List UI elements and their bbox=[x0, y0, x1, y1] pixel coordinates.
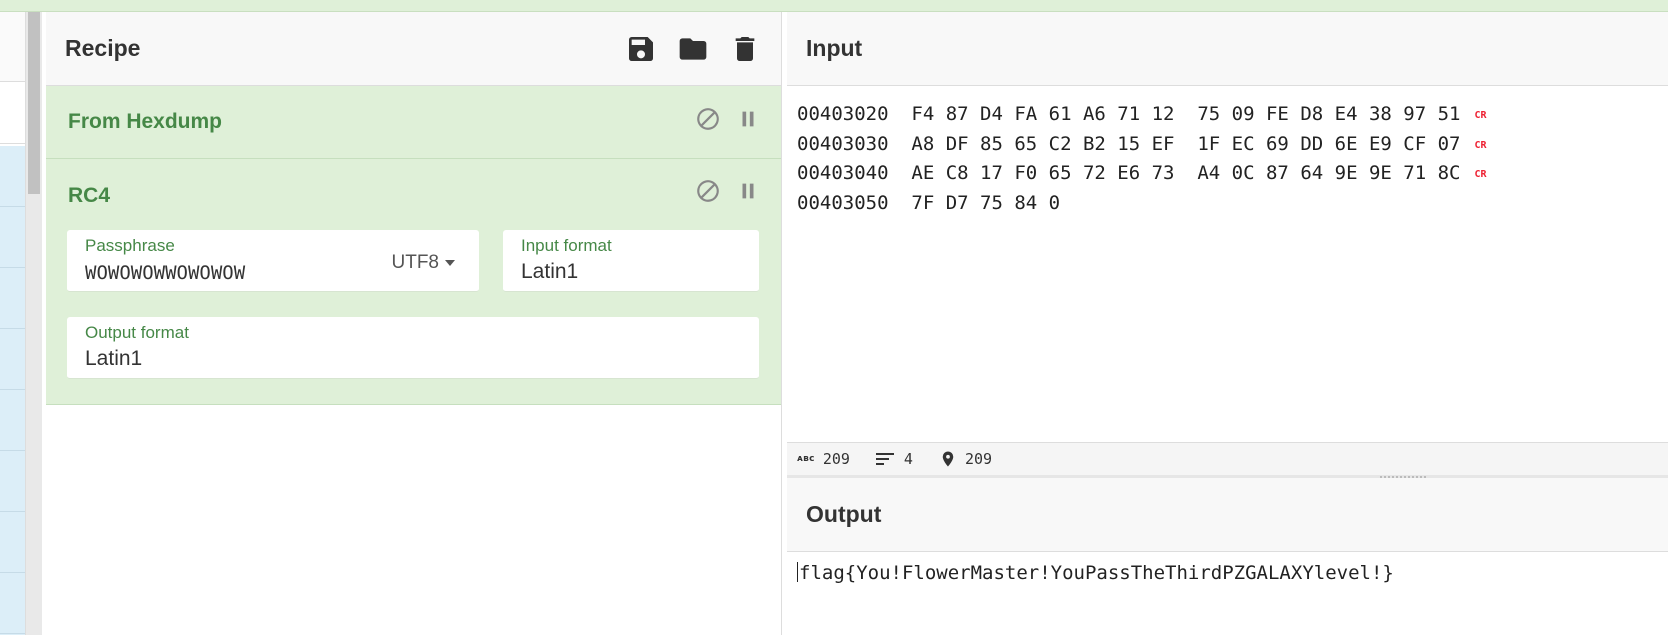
operations-header bbox=[0, 12, 25, 82]
output-value: flag{You!FlowerMaster!YouPassTheThirdPZG… bbox=[799, 562, 1394, 584]
operation-list-item[interactable] bbox=[0, 329, 25, 390]
operation-name: RC4 bbox=[68, 184, 111, 207]
operation-from-hexdump[interactable]: From Hexdump bbox=[46, 86, 781, 159]
recipe-header: Recipe bbox=[46, 12, 781, 86]
passphrase-input[interactable]: WOWOWOWWOWOWOW bbox=[85, 262, 245, 284]
operations-scrollbar[interactable] bbox=[26, 12, 42, 635]
operation-list-item[interactable] bbox=[0, 146, 25, 207]
text-cursor bbox=[797, 562, 798, 582]
position-value: 209 bbox=[964, 450, 993, 468]
scrollbar-thumb[interactable] bbox=[28, 12, 40, 194]
pause-icon[interactable] bbox=[737, 180, 759, 202]
passphrase-field[interactable]: Passphrase WOWOWOWWOWOWOW UTF8 bbox=[67, 230, 479, 292]
encoding-value: UTF8 bbox=[391, 252, 440, 273]
operation-list-item[interactable] bbox=[0, 390, 25, 451]
cr-marker: CR bbox=[1474, 169, 1487, 181]
cr-marker: CR bbox=[1474, 139, 1487, 151]
input-status-bar: ᴀʙᴄ 209 4 209 bbox=[787, 442, 1668, 475]
operation-name: From Hexdump bbox=[68, 110, 223, 133]
input-header: Input bbox=[787, 12, 1668, 86]
output-format-field[interactable]: Output format Latin1 bbox=[67, 317, 759, 379]
output-panel: Output flag{You!FlowerMaster!YouPassTheT… bbox=[787, 478, 1668, 635]
folder-icon[interactable] bbox=[677, 33, 709, 65]
output-title: Output bbox=[806, 501, 882, 527]
operations-list bbox=[0, 146, 25, 635]
output-header: Output bbox=[787, 478, 1668, 552]
location-pin-icon bbox=[939, 449, 957, 469]
output-format-value[interactable]: Latin1 bbox=[85, 347, 142, 371]
recipe-panel: Recipe From Hexdump RC4 Passphrase WOWOW… bbox=[46, 12, 782, 635]
input-line: 00403040 AE C8 17 F0 65 72 E6 73 A4 0C 8… bbox=[797, 162, 1487, 185]
trash-icon[interactable] bbox=[729, 33, 761, 65]
output-textarea[interactable]: flag{You!FlowerMaster!YouPassTheThirdPZG… bbox=[787, 552, 1668, 584]
operations-panel bbox=[0, 12, 26, 635]
save-icon[interactable] bbox=[625, 33, 657, 65]
input-textarea[interactable]: 00403020 F4 87 D4 FA 61 A6 71 12 75 09 F… bbox=[787, 86, 1668, 218]
operation-list-item[interactable] bbox=[0, 573, 25, 634]
input-panel: Input 00403020 F4 87 D4 FA 61 A6 71 12 7… bbox=[787, 12, 1668, 475]
operation-list-item[interactable] bbox=[0, 207, 25, 268]
cr-marker: CR bbox=[1474, 110, 1487, 121]
disable-icon[interactable] bbox=[695, 178, 721, 204]
pause-icon[interactable] bbox=[737, 108, 759, 130]
operation-list-item[interactable] bbox=[0, 268, 25, 329]
length-icon: ᴀʙᴄ bbox=[797, 454, 815, 464]
input-format-field[interactable]: Input format Latin1 bbox=[503, 230, 759, 292]
top-banner bbox=[0, 0, 1668, 12]
input-title: Input bbox=[806, 35, 863, 61]
lines-icon bbox=[875, 450, 896, 468]
caret-down-icon bbox=[445, 260, 455, 266]
input-line: 00403050 7F D7 75 84 0 bbox=[797, 191, 1061, 214]
passphrase-encoding-dropdown[interactable]: UTF8 bbox=[391, 252, 455, 274]
operation-rc4[interactable]: RC4 Passphrase WOWOWOWWOWOWOW UTF8 Input… bbox=[46, 159, 781, 405]
passphrase-label: Passphrase bbox=[85, 236, 175, 255]
disable-icon[interactable] bbox=[695, 106, 721, 132]
input-line: 00403020 F4 87 D4 FA 61 A6 71 12 75 09 F… bbox=[797, 103, 1487, 126]
output-format-label: Output format bbox=[85, 323, 189, 342]
operation-list-item[interactable] bbox=[0, 512, 25, 573]
operations-search[interactable] bbox=[0, 82, 25, 144]
input-format-value[interactable]: Latin1 bbox=[521, 260, 578, 284]
lines-value: 4 bbox=[903, 450, 913, 468]
input-line: 00403030 A8 DF 85 65 C2 B2 15 EF 1F EC 6… bbox=[797, 132, 1487, 155]
recipe-title: Recipe bbox=[65, 35, 141, 61]
input-format-label: Input format bbox=[521, 236, 612, 255]
length-value: 209 bbox=[822, 450, 850, 468]
operation-list-item[interactable] bbox=[0, 451, 25, 512]
